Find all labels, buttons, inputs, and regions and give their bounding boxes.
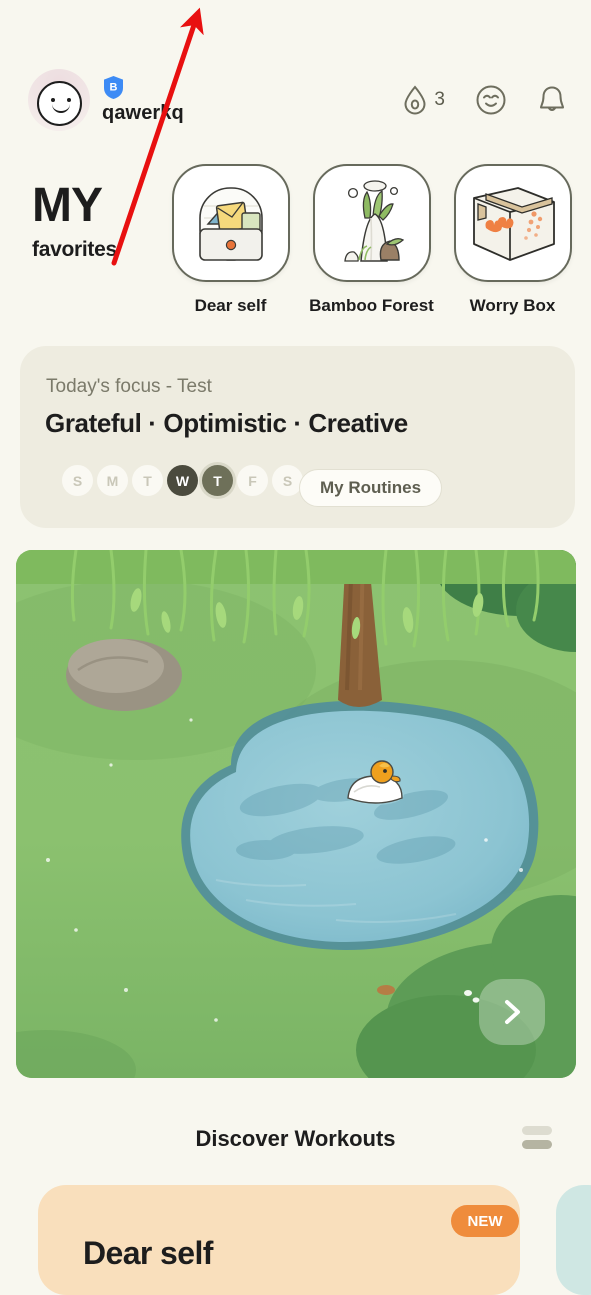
shield-badge-icon: B xyxy=(102,75,125,100)
profile-name-column: B qawerkq xyxy=(102,75,184,125)
water-drop-icon xyxy=(404,85,426,115)
svg-text:B: B xyxy=(110,82,118,94)
calm-face-button[interactable] xyxy=(475,84,507,116)
header-actions: 3 xyxy=(402,84,567,116)
workout-card-dear-self[interactable]: NEW Dear self xyxy=(38,1185,520,1295)
avatar-eye-right xyxy=(67,98,71,102)
list-icon-bar-top xyxy=(522,1126,552,1135)
username-label: qawerkq xyxy=(102,102,184,124)
water-drop-counter[interactable]: 3 xyxy=(402,85,445,115)
todays-focus-card[interactable]: Today's focus - Test Grateful · Optimist… xyxy=(20,346,575,528)
day-wednesday[interactable]: W xyxy=(167,465,198,496)
list-view-icon[interactable] xyxy=(522,1126,552,1149)
smiley-avatar-icon xyxy=(37,81,82,126)
workout-card-secondary[interactable] xyxy=(556,1185,591,1295)
water-drop-count: 3 xyxy=(434,89,445,110)
favorites-section: MY favorites Dear self Bamboo Forest Wor… xyxy=(0,160,591,330)
day-sunday[interactable]: S xyxy=(62,465,93,496)
favorites-list: Dear self Bamboo Forest Worry Box xyxy=(168,164,575,316)
day-tuesday[interactable]: T xyxy=(132,465,163,496)
workout-card-title: Dear self xyxy=(83,1235,213,1271)
discover-workouts-title: Discover Workouts xyxy=(195,1126,396,1151)
pond-scene[interactable] xyxy=(16,550,576,1078)
focus-keywords: Grateful · Optimistic · Creative xyxy=(45,408,408,438)
favorites-title-line1: MY xyxy=(32,179,103,232)
day-thursday[interactable]: T xyxy=(202,465,233,496)
bell-icon xyxy=(540,86,564,111)
list-icon-bar-bottom xyxy=(522,1140,552,1149)
favorite-label: Dear self xyxy=(194,296,267,315)
favorites-title: MY favorites xyxy=(32,179,162,262)
new-badge: NEW xyxy=(451,1205,519,1237)
favorite-item-worry-box[interactable]: Worry Box xyxy=(450,164,575,316)
favorite-label: Worry Box xyxy=(469,296,556,315)
favorite-item-bamboo-forest[interactable]: Bamboo Forest xyxy=(309,164,434,316)
notifications-button[interactable] xyxy=(537,84,567,116)
focus-subtitle: Today's focus - Test xyxy=(46,376,212,397)
day-monday[interactable]: M xyxy=(97,465,128,496)
chevron-right-icon xyxy=(505,1000,520,1024)
week-day-row: S M T W T F S xyxy=(62,465,303,496)
favorites-title-line2: favorites xyxy=(32,238,117,261)
day-friday[interactable]: F xyxy=(237,465,268,496)
avatar[interactable] xyxy=(28,69,90,131)
app-header: B qawerkq 3 xyxy=(0,62,591,138)
mailbox-icon xyxy=(171,164,290,282)
profile-block[interactable]: B qawerkq xyxy=(28,69,184,131)
avatar-smile xyxy=(52,103,70,113)
my-routines-button[interactable]: My Routines xyxy=(299,469,443,507)
favorite-item-dear-self[interactable]: Dear self xyxy=(168,164,293,316)
avatar-eye-left xyxy=(51,98,55,102)
cardboard-box-icon xyxy=(453,164,572,282)
scene-next-button[interactable] xyxy=(479,979,545,1045)
calm-face-icon xyxy=(476,85,506,115)
bamboo-plant-icon xyxy=(312,164,431,282)
favorite-label: Bamboo Forest xyxy=(309,296,434,315)
